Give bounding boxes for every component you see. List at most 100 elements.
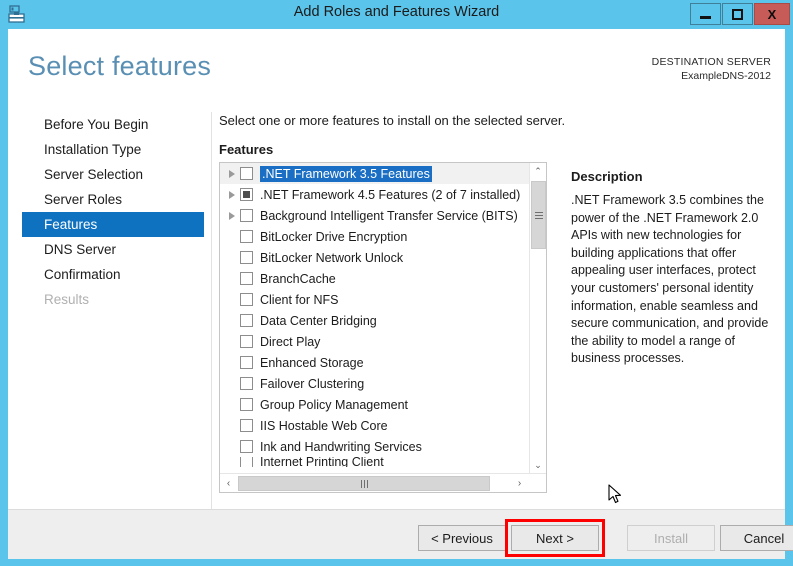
feature-row[interactable]: Internet Printing Client	[220, 457, 529, 467]
destination-label: DESTINATION SERVER	[651, 56, 771, 68]
features-list: .NET Framework 3.5 Features .NET Framewo…	[220, 163, 529, 474]
features-listbox[interactable]: .NET Framework 3.5 Features .NET Framewo…	[219, 162, 547, 493]
feature-label: .NET Framework 3.5 Features	[260, 165, 432, 182]
sidebar-item-server-selection[interactable]: Server Selection	[22, 162, 204, 187]
feature-row[interactable]: Client for NFS	[220, 289, 529, 310]
feature-row[interactable]: IIS Hostable Web Core	[220, 415, 529, 436]
sidebar-item-features[interactable]: Features	[22, 212, 204, 237]
feature-row[interactable]: .NET Framework 4.5 Features (2 of 7 inst…	[220, 184, 529, 205]
feature-label: Ink and Handwriting Services	[260, 439, 422, 454]
feature-row[interactable]: BranchCache	[220, 268, 529, 289]
wizard-steps-nav: Before You Begin Installation Type Serve…	[22, 112, 204, 312]
feature-checkbox[interactable]	[240, 419, 253, 432]
feature-row[interactable]: Background Intelligent Transfer Service …	[220, 205, 529, 226]
feature-label: Failover Clustering	[260, 376, 365, 391]
feature-checkbox[interactable]	[240, 167, 253, 180]
next-button[interactable]: Next >	[511, 525, 599, 551]
feature-row[interactable]: Data Center Bridging	[220, 310, 529, 331]
dialog-footer: < Previous Next > Install Cancel	[8, 509, 793, 559]
cancel-button[interactable]: Cancel	[720, 525, 793, 551]
expand-triangle-icon[interactable]	[224, 205, 240, 226]
feature-row[interactable]: Group Policy Management	[220, 394, 529, 415]
sidebar-item-confirmation[interactable]: Confirmation	[22, 262, 204, 287]
scroll-up-icon[interactable]: ⌃	[530, 163, 546, 180]
feature-checkbox[interactable]	[240, 230, 253, 243]
scroll-right-icon[interactable]: ›	[511, 475, 528, 492]
vertical-scroll-thumb[interactable]	[531, 181, 546, 249]
instruction-text: Select one or more features to install o…	[219, 113, 566, 128]
destination-server-block: DESTINATION SERVER ExampleDNS-2012	[652, 55, 771, 83]
feature-label: Enhanced Storage	[260, 355, 364, 370]
scroll-grip-icon	[534, 211, 543, 219]
feature-row[interactable]: .NET Framework 3.5 Features	[220, 163, 529, 184]
feature-row[interactable]: Failover Clustering	[220, 373, 529, 394]
description-body: .NET Framework 3.5 combines the power of…	[571, 193, 769, 366]
horizontal-scroll-thumb[interactable]	[238, 476, 490, 491]
feature-label: IIS Hostable Web Core	[260, 418, 388, 433]
minimize-button[interactable]	[690, 3, 721, 25]
sidebar-item-results: Results	[44, 292, 90, 307]
feature-row[interactable]: BitLocker Drive Encryption	[220, 226, 529, 247]
title-bar: Add Roles and Features Wizard X	[0, 0, 793, 29]
feature-checkbox[interactable]	[240, 209, 253, 222]
sidebar-divider	[211, 112, 212, 532]
feature-checkbox[interactable]	[240, 440, 253, 453]
feature-row[interactable]: Direct Play	[220, 331, 529, 352]
wizard-window: Add Roles and Features Wizard X Select f…	[0, 0, 793, 566]
feature-checkbox[interactable]	[240, 356, 253, 369]
scroll-left-icon[interactable]: ‹	[220, 475, 237, 492]
horizontal-scrollbar[interactable]: ‹ ›	[220, 473, 546, 492]
feature-checkbox-partial[interactable]	[240, 188, 253, 201]
feature-checkbox[interactable]	[240, 251, 253, 264]
scroll-down-icon[interactable]: ⌄	[530, 457, 546, 474]
feature-checkbox[interactable]	[240, 457, 253, 467]
feature-label: BitLocker Drive Encryption	[260, 229, 408, 244]
sidebar-item-dns-server[interactable]: DNS Server	[22, 237, 204, 262]
expand-triangle-icon[interactable]	[224, 184, 240, 205]
feature-row[interactable]: Ink and Handwriting Services	[220, 436, 529, 457]
feature-label: Direct Play	[260, 334, 321, 349]
close-icon: X	[767, 6, 777, 22]
destination-server-name: ExampleDNS-2012	[681, 70, 771, 82]
previous-button[interactable]: < Previous	[418, 525, 506, 551]
maximize-button[interactable]	[722, 3, 753, 25]
feature-row[interactable]: Enhanced Storage	[220, 352, 529, 373]
sidebar-item-server-roles[interactable]: Server Roles	[22, 187, 204, 212]
mouse-cursor	[608, 484, 624, 506]
feature-row[interactable]: BitLocker Network Unlock	[220, 247, 529, 268]
close-button[interactable]: X	[754, 3, 790, 25]
page-title: Select features	[28, 51, 212, 81]
sidebar-item-before-you-begin[interactable]: Before You Begin	[22, 112, 204, 137]
sidebar-item-installation-type[interactable]: Installation Type	[22, 137, 204, 162]
description-title: Description	[571, 169, 643, 184]
feature-label: Background Intelligent Transfer Service …	[260, 208, 518, 223]
vertical-scrollbar[interactable]: ⌃ ⌄	[529, 163, 546, 474]
feature-label: Client for NFS	[260, 292, 339, 307]
scroll-grip-icon	[360, 479, 368, 488]
feature-label: .NET Framework 4.5 Features (2 of 7 inst…	[260, 187, 521, 202]
feature-checkbox[interactable]	[240, 377, 253, 390]
client-area: Select features DESTINATION SERVER Examp…	[8, 29, 785, 537]
feature-checkbox[interactable]	[240, 335, 253, 348]
feature-label: BitLocker Network Unlock	[260, 250, 404, 265]
window-title: Add Roles and Features Wizard	[293, 4, 500, 20]
expand-triangle-icon[interactable]	[224, 163, 240, 184]
feature-label: BranchCache	[260, 271, 336, 286]
feature-checkbox[interactable]	[240, 398, 253, 411]
feature-checkbox[interactable]	[240, 293, 253, 306]
feature-checkbox[interactable]	[240, 272, 253, 285]
feature-checkbox[interactable]	[240, 314, 253, 327]
feature-label: Group Policy Management	[260, 397, 408, 412]
